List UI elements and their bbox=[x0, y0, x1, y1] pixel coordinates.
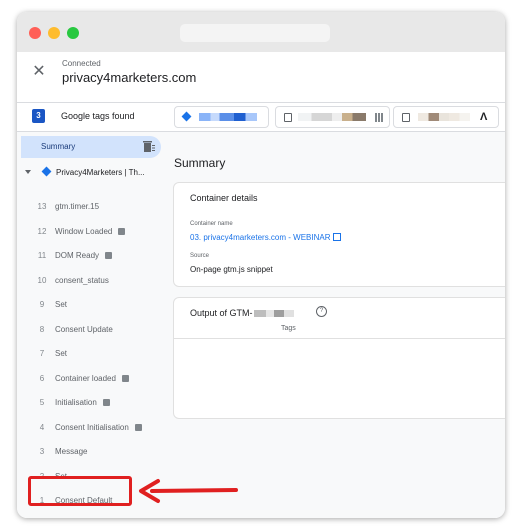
output-card: Output of GTM- ? Tags bbox=[173, 297, 505, 419]
sidebar-event-item[interactable]: 6 Container loaded bbox=[17, 370, 167, 388]
tag-fired-icon bbox=[105, 252, 112, 259]
browser-window: ✕ Connected privacy4marketers.com 3 Goog… bbox=[17, 12, 505, 518]
connection-header: ✕ Connected privacy4marketers.com bbox=[17, 52, 505, 103]
redacted-id bbox=[298, 113, 366, 121]
event-number: 3 bbox=[39, 447, 45, 456]
event-name: Container loaded bbox=[55, 373, 116, 383]
lock-icon bbox=[284, 113, 292, 122]
redacted-id bbox=[199, 113, 257, 121]
red-arrow-icon bbox=[139, 479, 238, 503]
event-number: 5 bbox=[39, 398, 45, 407]
event-name: Window Loaded bbox=[55, 226, 113, 236]
source-value: On-page gtm.js snippet bbox=[190, 265, 273, 274]
event-name: Message bbox=[55, 447, 88, 456]
container-name-link[interactable]: 03. privacy4marketers.com - WEBINAR bbox=[190, 233, 342, 242]
container-name-value: 03. privacy4marketers.com - WEBINAR bbox=[190, 233, 331, 242]
source-label: Source bbox=[190, 253, 210, 259]
gtm-diamond-icon bbox=[41, 166, 52, 177]
tag-fired-icon bbox=[103, 399, 110, 406]
event-number: 10 bbox=[37, 275, 47, 285]
sidebar-item-summary[interactable]: Summary bbox=[21, 136, 161, 158]
main-panel: Summary Container details Container name… bbox=[167, 132, 505, 518]
tags-count-badge: 3 bbox=[32, 109, 45, 123]
event-number: 9 bbox=[39, 300, 45, 309]
ga-tag-chip[interactable] bbox=[275, 106, 390, 128]
lock-icon bbox=[402, 113, 410, 122]
event-name: Set bbox=[55, 349, 68, 358]
tags-column-header: Tags bbox=[281, 325, 296, 332]
event-number: 13 bbox=[37, 202, 47, 211]
close-window-button[interactable] bbox=[29, 27, 41, 39]
sidebar-event-item[interactable]: 4 Consent Initialisation bbox=[17, 419, 167, 437]
help-icon[interactable]: ? bbox=[316, 306, 327, 317]
consent-default-highlight bbox=[28, 476, 132, 506]
redacted-id bbox=[253, 310, 294, 317]
sidebar-event-item[interactable]: 3 Message bbox=[17, 443, 167, 461]
event-name: DOM Ready bbox=[55, 251, 100, 260]
title-bar bbox=[17, 12, 505, 52]
sidebar-event-item[interactable]: 11 DOM Ready bbox=[17, 247, 167, 265]
minimize-window-button[interactable] bbox=[48, 27, 60, 39]
google-tags-bar: 3 Google tags found Λ bbox=[17, 103, 505, 132]
redacted-id bbox=[418, 113, 470, 121]
tag-fired-icon bbox=[122, 374, 129, 382]
external-link-icon bbox=[333, 233, 342, 241]
output-title: Output of GTM- bbox=[190, 308, 294, 318]
event-number: 11 bbox=[37, 251, 47, 260]
sidebar-event-item[interactable]: 10 consent_status bbox=[17, 272, 167, 290]
event-name: Set bbox=[55, 300, 68, 309]
sidebar-container-item[interactable]: Privacy4Marketers | Th... bbox=[17, 165, 167, 181]
sidebar-event-item[interactable]: 12 Window Loaded bbox=[17, 223, 167, 241]
sidebar-event-item[interactable]: 7 Set bbox=[17, 345, 167, 363]
event-number: 12 bbox=[37, 226, 47, 236]
container-name-label: Container name bbox=[190, 221, 233, 227]
event-name: Consent Initialisation bbox=[55, 422, 129, 432]
container-details-title: Container details bbox=[190, 193, 258, 203]
chevron-down-icon[interactable] bbox=[25, 170, 31, 174]
container-details-card: Container details Container name 03. pri… bbox=[173, 182, 505, 287]
event-name: consent_status bbox=[55, 275, 109, 285]
gtm-container-chip[interactable] bbox=[174, 106, 269, 128]
event-number: 7 bbox=[39, 349, 45, 358]
google-ads-icon: Λ bbox=[480, 111, 488, 123]
address-bar[interactable] bbox=[180, 24, 330, 42]
sidebar-event-item[interactable]: 5 Initialisation bbox=[17, 394, 167, 412]
tag-fired-icon bbox=[135, 423, 142, 431]
analytics-bars-icon bbox=[374, 113, 384, 122]
divider bbox=[174, 338, 505, 339]
event-number: 6 bbox=[39, 373, 45, 383]
close-icon[interactable]: ✕ bbox=[32, 64, 46, 80]
sidebar-event-item[interactable]: 13 gtm.timer.15 bbox=[17, 198, 167, 216]
event-name: Initialisation bbox=[55, 398, 97, 407]
event-number: 4 bbox=[39, 422, 45, 432]
maximize-window-button[interactable] bbox=[67, 27, 79, 39]
tags-found-label: Google tags found bbox=[61, 111, 135, 121]
page-title: Summary bbox=[174, 156, 226, 170]
event-number: 8 bbox=[39, 324, 45, 334]
output-title-text: Output of GTM- bbox=[190, 308, 253, 318]
tag-fired-icon bbox=[118, 227, 125, 235]
sidebar-summary-label: Summary bbox=[41, 142, 76, 151]
sidebar: Summary Privacy4Marketers | Th... 13 gtm.… bbox=[17, 132, 167, 518]
sidebar-event-item[interactable]: 9 Set bbox=[17, 296, 167, 314]
ads-tag-chip[interactable]: Λ bbox=[393, 106, 499, 128]
event-name: gtm.timer.15 bbox=[55, 202, 100, 211]
sidebar-event-item[interactable]: 8 Consent Update bbox=[17, 321, 167, 339]
clear-messages-icon[interactable] bbox=[143, 140, 155, 153]
connection-status: Connected bbox=[62, 59, 101, 68]
event-name: Consent Update bbox=[55, 324, 113, 334]
container-name: Privacy4Marketers | Th... bbox=[56, 168, 145, 177]
connected-domain: privacy4marketers.com bbox=[62, 70, 197, 85]
gtm-diamond-icon bbox=[181, 111, 192, 122]
